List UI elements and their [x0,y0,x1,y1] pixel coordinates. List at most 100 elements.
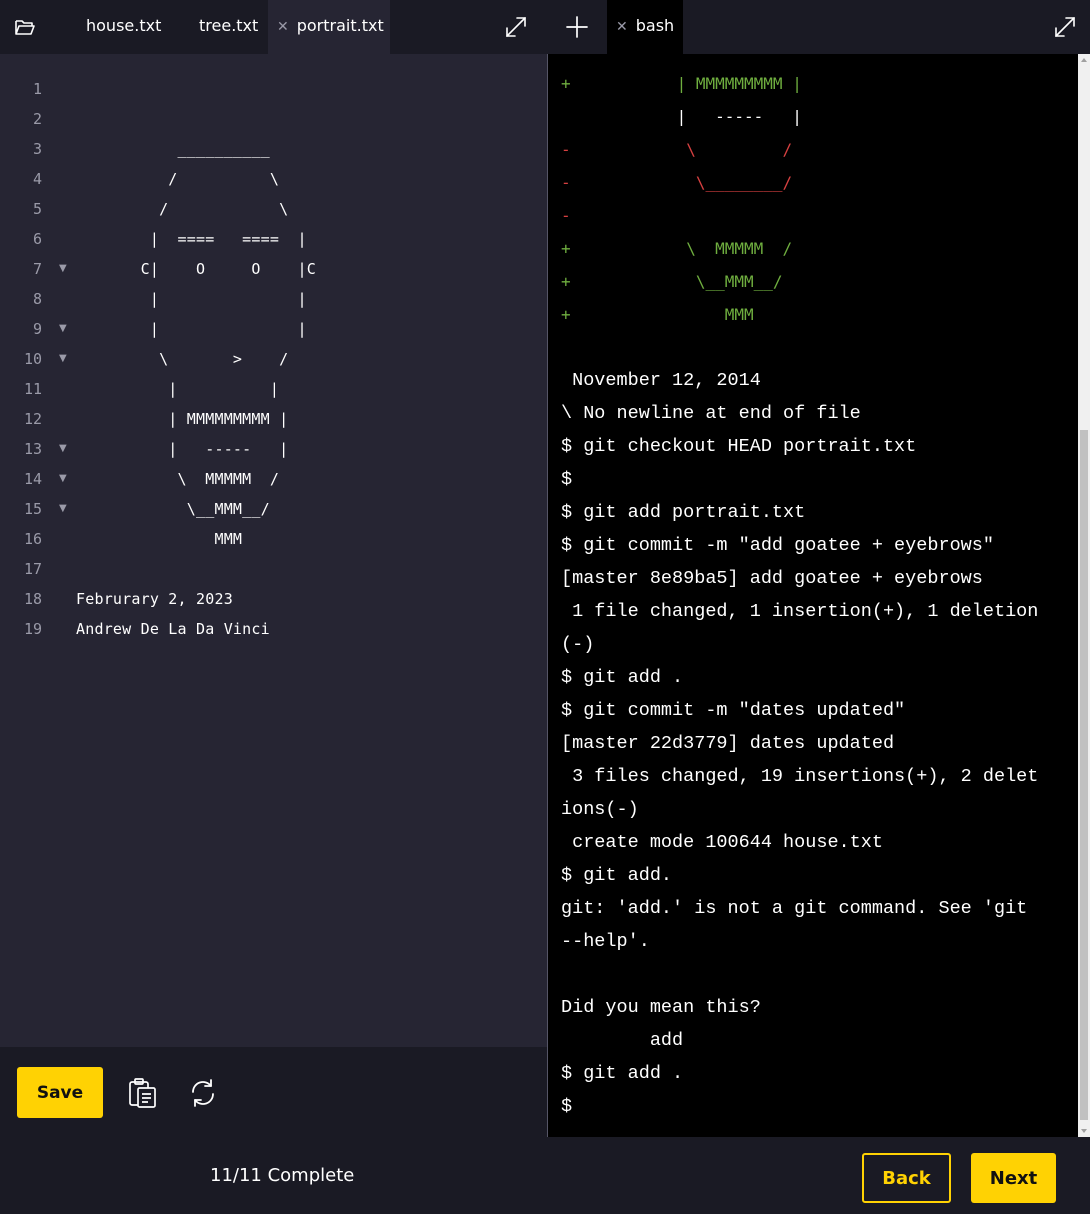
scroll-down-icon[interactable] [1081,1129,1087,1133]
line-number: 14 [23,470,42,488]
expand-icon[interactable] [1052,14,1078,40]
code-line[interactable]: 16 MMM [0,524,547,554]
terminal-line: $ git commit -m "dates updated" [561,700,906,721]
tab-house-txt[interactable]: house.txt [86,0,161,54]
terminal-line: ions(-) [561,799,639,820]
terminal-line: November 12, 2014 [561,370,761,391]
fold-arrow-icon[interactable]: ▼ [59,464,67,494]
close-icon[interactable]: ✕ [277,19,289,35]
code-line[interactable]: 18 Februrary 2, 2023 [0,584,547,614]
code-editor[interactable]: 123 __________ 4 / \ 5 / \ 6 | ==== ==== | 7… [0,74,547,644]
terminal-scrollbar[interactable] [1078,54,1090,1137]
back-button[interactable]: Back [862,1153,951,1203]
line-number: 18 [23,590,42,608]
expand-icon[interactable] [503,14,529,40]
code-line[interactable]: 3 __________ [0,134,547,164]
scroll-up-icon[interactable] [1081,58,1087,62]
terminal-line: + \__MMM__/ [561,272,783,291]
clipboard-icon[interactable] [125,1076,159,1110]
fold-arrow-icon[interactable]: ▼ [59,434,67,464]
code-line[interactable]: 5 / \ [0,194,547,224]
editor-action-bar: Save [0,1047,547,1137]
scrollbar-thumb[interactable] [1080,430,1088,1120]
code-text: | | [76,290,307,308]
line-number: 15 [23,500,42,518]
code-text: \__MMM__/ [76,500,270,518]
terminal-line: [master 8e89ba5] add goatee + eyebrows [561,568,983,589]
tab-bash[interactable]: ✕ bash [607,0,683,54]
next-button[interactable]: Next [971,1153,1056,1203]
code-line[interactable]: 19 Andrew De La Da Vinci [0,614,547,644]
code-line[interactable]: 14 ▼ \ MMMMM / [0,464,547,494]
terminal-line: \ No newline at end of file [561,403,861,424]
line-number: 11 [23,380,42,398]
line-number: 3 [32,140,42,158]
code-text: \ > / [76,350,289,368]
tab-label: bash [635,16,675,35]
terminal-line: $ [561,469,573,490]
editor-pane: house.txt tree.txt ✕ portrait.txt 123 ___… [0,0,547,1137]
code-line[interactable]: 2 [0,104,547,134]
code-line[interactable]: 17 [0,554,547,584]
code-line[interactable]: 10 ▼ \ > / [0,344,547,374]
code-line[interactable]: 4 / \ [0,164,547,194]
terminal-line: $ git add . [561,1063,684,1084]
tab-label: house.txt [86,16,162,35]
terminal-tab-bar: ✕ bash [548,0,1090,54]
terminal-line: git: 'add.' is not a git command. See 'g… [561,898,1028,919]
terminal-line: Did you mean this? [561,997,761,1018]
tab-tree-txt[interactable]: tree.txt [199,0,258,54]
code-text: Februrary 2, 2023 [76,590,233,608]
refresh-icon[interactable] [186,1076,220,1110]
editor-tab-bar: house.txt tree.txt ✕ portrait.txt [0,0,547,54]
fold-arrow-icon[interactable]: ▼ [59,494,67,524]
terminal-line: $ git add. [561,865,673,886]
line-number: 6 [32,230,42,248]
terminal-line: - [561,206,571,225]
code-text: | | [76,320,307,338]
line-number: 17 [23,560,42,578]
code-line[interactable]: 7 ▼ C| O O |C [0,254,547,284]
code-text: / \ [76,170,280,188]
terminal-line: $ git checkout HEAD portrait.txt [561,436,917,457]
code-line[interactable]: 9 ▼ | | [0,314,547,344]
code-line[interactable]: 12 | MMMMMMMMM | [0,404,547,434]
terminal-line: + | MMMMMMMMM | [561,74,802,93]
tab-label: portrait.txt [296,16,384,35]
fold-arrow-icon[interactable]: ▼ [59,314,67,344]
save-button[interactable]: Save [17,1067,103,1118]
line-number: 10 [23,350,42,368]
code-text: | ----- | [76,440,289,458]
line-number: 1 [32,80,42,98]
terminal-output[interactable]: + | MMMMMMMMM | | ----- | - \ / - \_______… [548,54,1078,1137]
fold-arrow-icon[interactable]: ▼ [59,254,67,284]
line-number: 9 [32,320,42,338]
code-line[interactable]: 8 | | [0,284,547,314]
code-text: __________ [76,140,270,158]
terminal-line: + \ MMMMM / [561,239,793,258]
code-text: MMM [76,530,243,548]
fold-arrow-icon[interactable]: ▼ [59,344,67,374]
terminal-line: $ git add portrait.txt [561,502,806,523]
progress-status: 11/11 Complete [210,1165,355,1186]
terminal-line: 1 file changed, 1 insertion(+), 1 deleti… [561,601,1039,622]
tab-portrait-txt[interactable]: ✕ portrait.txt [268,0,390,54]
terminal-line: 3 files changed, 19 insertions(+), 2 del… [561,766,1039,787]
code-text: / \ [76,200,289,218]
folder-open-icon[interactable] [12,14,38,40]
line-number: 8 [32,290,42,308]
tab-label: tree.txt [199,16,259,35]
footer-bar: 11/11 Complete Back Next [0,1137,1090,1214]
code-text: | ==== ==== | [76,230,307,248]
code-line[interactable]: 1 [0,74,547,104]
close-icon[interactable]: ✕ [616,19,628,35]
code-line[interactable]: 13 ▼ | ----- | [0,434,547,464]
terminal-line: - \________/ [561,173,793,192]
terminal-line: $ git commit -m "add goatee + eyebrows" [561,535,994,556]
plus-icon[interactable] [564,14,590,40]
code-line[interactable]: 15 ▼ \__MMM__/ [0,494,547,524]
code-line[interactable]: 11 | | [0,374,547,404]
code-line[interactable]: 6 | ==== ==== | [0,224,547,254]
